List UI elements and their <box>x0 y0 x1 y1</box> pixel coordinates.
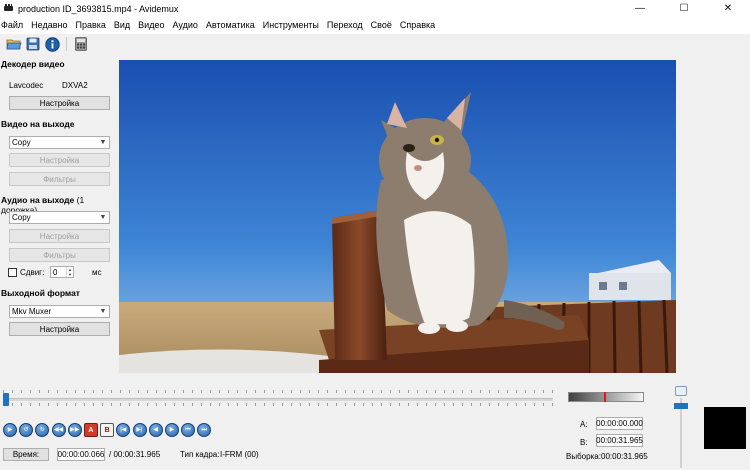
muxer-value: Mkv Muxer <box>12 307 52 316</box>
menu-view[interactable]: Вид <box>110 17 134 34</box>
chevron-down-icon: ▼ <box>99 139 107 146</box>
rewind-button[interactable]: ↺ <box>19 423 34 437</box>
toolbar <box>0 34 750 54</box>
marker-a-field: 00:00:00.000 <box>596 417 643 430</box>
volume-meter[interactable] <box>568 392 644 402</box>
decoder-name: Lavcodec <box>9 81 44 90</box>
play-button[interactable]: ▶ <box>3 423 17 437</box>
menu-video[interactable]: Видео <box>134 17 168 34</box>
goto-marker-b-button[interactable]: ▶| <box>132 423 147 437</box>
video-filters-button[interactable]: Фильтры <box>9 172 110 186</box>
timeline-ticks-top <box>3 390 553 393</box>
prev-keyframe-button[interactable]: ◀◀ <box>51 423 66 437</box>
menu-go[interactable]: Переход <box>323 17 367 34</box>
muxer-select[interactable]: Mkv Muxer ▼ <box>9 305 110 318</box>
marker-a-label: A: <box>580 420 588 429</box>
set-marker-a-button[interactable]: A <box>83 423 98 437</box>
minimize-button[interactable]: — <box>618 0 662 17</box>
goto-marker-a-button[interactable]: |◀ <box>116 423 131 437</box>
audio-shift-label: Сдвиг: <box>20 268 45 277</box>
video-codec-select[interactable]: Copy ▼ <box>9 136 110 149</box>
menu-tools[interactable]: Инструменты <box>259 17 323 34</box>
goto-end-button[interactable]: ⏭ <box>197 423 212 437</box>
decoder-mode: DXVA2 <box>62 81 88 90</box>
zoom-toggle-icon[interactable] <box>675 386 687 396</box>
current-time-field[interactable]: 00:00:00.066 <box>57 448 105 461</box>
close-button[interactable]: ✕ <box>706 0 750 17</box>
marker-b-label: B: <box>580 438 588 447</box>
calculator-icon[interactable] <box>73 36 89 52</box>
video-output-title: Видео на выходе <box>1 119 75 129</box>
prev-black-frame-button[interactable]: ◀ <box>148 423 163 437</box>
time-button[interactable]: Время: <box>3 448 49 461</box>
audio-codec-value: Copy <box>12 213 31 222</box>
goto-start-button[interactable]: ⏮ <box>181 423 196 437</box>
audio-shift-unit: мс <box>92 268 102 277</box>
menu-audio[interactable]: Аудио <box>168 17 201 34</box>
muxer-settings-button[interactable]: Настройка <box>9 322 110 336</box>
forward-button[interactable]: ↻ <box>35 423 50 437</box>
volume-level-marker <box>604 392 606 402</box>
set-marker-b-button[interactable]: B <box>100 423 115 437</box>
video-decoder-title: Декодер видео <box>1 59 65 69</box>
info-icon[interactable] <box>44 36 60 52</box>
menu-recent[interactable]: Недавно <box>27 17 71 34</box>
audio-shift-spinbox[interactable]: 0 ▲ ▼ <box>50 266 74 278</box>
thumbnail-preview <box>704 407 746 449</box>
timeline-track[interactable] <box>3 398 553 401</box>
title-bar: production ID_3693815.mp4 - Avidemux — ☐… <box>0 0 750 17</box>
timeline-ticks-bottom <box>3 403 553 406</box>
audio-codec-select[interactable]: Copy ▼ <box>9 211 110 224</box>
audio-settings-button[interactable]: Настройка <box>9 229 110 243</box>
output-format-title: Выходной формат <box>1 288 80 298</box>
maximize-button[interactable]: ☐ <box>662 0 706 17</box>
menu-custom[interactable]: Своё <box>367 17 396 34</box>
menu-automation[interactable]: Автоматика <box>202 17 259 34</box>
save-disk-icon[interactable] <box>25 36 41 52</box>
spin-arrows-icon[interactable]: ▲ ▼ <box>66 267 73 277</box>
timeline-slider[interactable] <box>0 386 556 408</box>
menu-bar: Файл Недавно Правка Вид Видео Аудио Авто… <box>0 17 750 34</box>
vertical-slider-thumb[interactable] <box>674 403 688 409</box>
next-black-frame-button[interactable]: ▶ <box>164 423 179 437</box>
avidemux-clapper-icon <box>4 4 13 13</box>
marker-b-field: 00:00:31.965 <box>596 434 643 447</box>
menu-help[interactable]: Справка <box>396 17 439 34</box>
frame-type-label: Тип кадра: <box>180 450 220 459</box>
audio-shift-value: 0 <box>53 267 58 277</box>
selection-value: 00:00:31.965 <box>601 452 648 461</box>
window-title: production ID_3693815.mp4 - Avidemux <box>18 3 179 14</box>
audio-output-title-text: Аудио на выходе <box>1 195 75 205</box>
menu-edit[interactable]: Правка <box>71 17 109 34</box>
chevron-down-icon: ▼ <box>99 308 107 315</box>
sidebar: Декодер видео Lavcodec DXVA2 Настройка В… <box>0 56 118 376</box>
open-folder-icon[interactable] <box>6 36 22 52</box>
timeline-playhead[interactable] <box>3 393 10 406</box>
chevron-down-icon: ▼ <box>99 214 107 221</box>
video-preview[interactable] <box>119 60 676 373</box>
video-codec-value: Copy <box>12 138 31 147</box>
frame-type-value: I-FRM (00) <box>220 450 259 459</box>
next-keyframe-button[interactable]: ▶▶ <box>67 423 82 437</box>
video-settings-button[interactable]: Настройка <box>9 153 110 167</box>
total-time: / 00:00:31.965 <box>109 450 161 459</box>
decoder-settings-button[interactable]: Настройка <box>9 96 110 110</box>
selection-label: Выборка: <box>566 452 601 461</box>
audio-filters-button[interactable]: Фильтры <box>9 248 110 262</box>
playback-controls: ▶ ↺ ↻ ◀◀ ▶▶ A B |◀ ▶| ◀ ▶ ⏮ ⏭ <box>3 422 212 438</box>
audio-shift-checkbox[interactable] <box>8 268 17 277</box>
menu-file[interactable]: Файл <box>0 17 27 34</box>
toolbar-separator <box>66 37 67 51</box>
